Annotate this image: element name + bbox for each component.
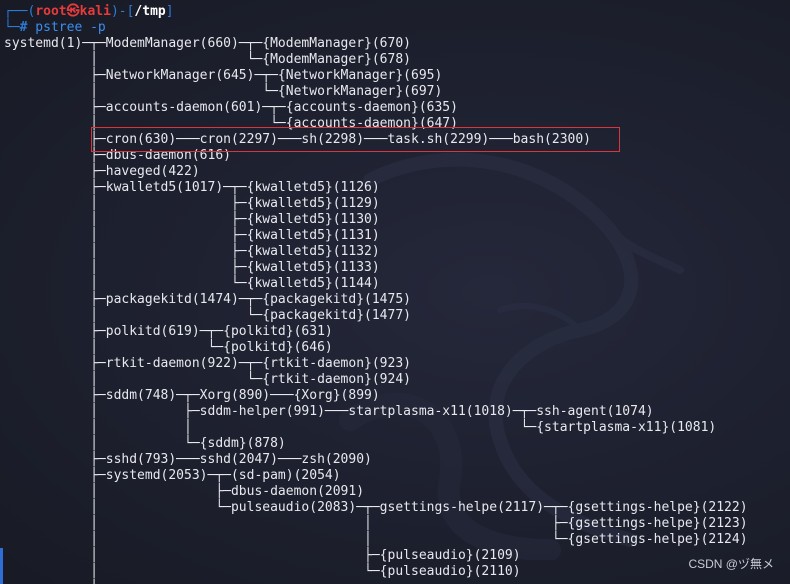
pstree-line: │ └─{rtkit-daemon}(924) [4, 372, 411, 387]
pstree-line: │ └─pulseaudio(2083)─┬─gsettings-helpe(2… [4, 500, 748, 515]
pstree-line: │ │ └─{gsettings-helpe}(2124) [4, 532, 748, 547]
prompt-current-path: /tmp [134, 4, 166, 19]
prompt-frame-left: ┌──( [4, 4, 36, 19]
pstree-line: │ └─{polkitd}(646) [4, 340, 333, 355]
pstree-line: │ ├─{pulseaudio}(2109) [4, 548, 521, 563]
pstree-line: ├─sddm(748)─┬─Xorg(890)───{Xorg}(899) [4, 388, 380, 403]
pstree-line: ├─polkitd(619)─┬─{polkitd}(631) [4, 324, 333, 339]
prompt-frame-middle: )-[ [110, 4, 135, 19]
command-text: pstree -p [27, 20, 106, 35]
pstree-line: ├─systemd(2053)─┬─(sd-pam)(2054) [4, 468, 341, 483]
pstree-line: ├─NetworkManager(645)─┬─{NetworkManager}… [4, 68, 443, 83]
pstree-line: ├─accounts-daemon(601)─┬─{accounts-daemo… [4, 100, 458, 115]
pstree-line: │ ├─{kwalletd5}(1130) [4, 212, 380, 227]
kali-dragon-watermark-icon [339, 152, 684, 560]
pstree-line: │ │ ├─{gsettings-helpe}(2123) [4, 516, 748, 531]
pstree-line: systemd(1)─┬─ModemManager(660)─┬─{ModemM… [4, 36, 411, 51]
prompt-header-line: ┌──(root㉿kali)-[/tmp] [4, 4, 174, 20]
pstree-line: │ ├─sddm-helper(991)───startplasma-x11(1… [4, 404, 654, 419]
pstree-line: │ ├─{kwalletd5}(1131) [4, 228, 380, 243]
pstree-line: ├─packagekitd(1474)─┬─{packagekitd}(1475… [4, 292, 411, 307]
pstree-line: │ ├─{kwalletd5}(1133) [4, 260, 380, 275]
pstree-line: ├─sshd(793)───sshd(2047)───zsh(2090) [4, 452, 372, 467]
pstree-line: │ ├─dbus-daemon(2091) [4, 484, 365, 499]
pstree-line: │ ├─{kwalletd5}(1132) [4, 244, 380, 259]
pstree-line: │ └─{packagekitd}(1477) [4, 308, 411, 323]
terminal-window[interactable]: ┌──(root㉿kali)-[/tmp] └─# pstree -p syst… [0, 0, 790, 584]
pstree-line: │ └─{kwalletd5}(1144) [4, 276, 380, 291]
pstree-line: ├─rtkit-daemon(922)─┬─{rtkit-daemon}(923… [4, 356, 411, 371]
pstree-line: │ │ └─{startplasma-x11}(1081) [4, 420, 717, 435]
pstree-line: │ └─{sddm}(878) [4, 436, 286, 451]
pstree-line: ├─kwalletd5(1017)─┬─{kwalletd5}(1126) [4, 180, 380, 195]
pstree-line: │ ├─{kwalletd5}(1129) [4, 196, 380, 211]
prompt-frame-right: ] [165, 4, 174, 19]
pstree-line: │ └─{ModemManager}(678) [4, 52, 411, 67]
pstree-line: ├─haveged(422) [4, 164, 200, 179]
pstree-line: │ [4, 580, 98, 584]
prompt-frame-bottom: └─ [4, 20, 20, 35]
prompt-user-host: root㉿kali [35, 4, 111, 19]
pstree-line: │ └─{pulseaudio}(2110) [4, 564, 521, 579]
command-line[interactable]: └─# pstree -p [4, 20, 106, 36]
cron-process-highlight-box [91, 127, 620, 152]
terminal-cursor-indicator [0, 548, 3, 584]
pstree-line: │ └─{NetworkManager}(697) [4, 84, 443, 99]
csdn-watermark: CSDN @ヅ無メ [688, 557, 774, 571]
